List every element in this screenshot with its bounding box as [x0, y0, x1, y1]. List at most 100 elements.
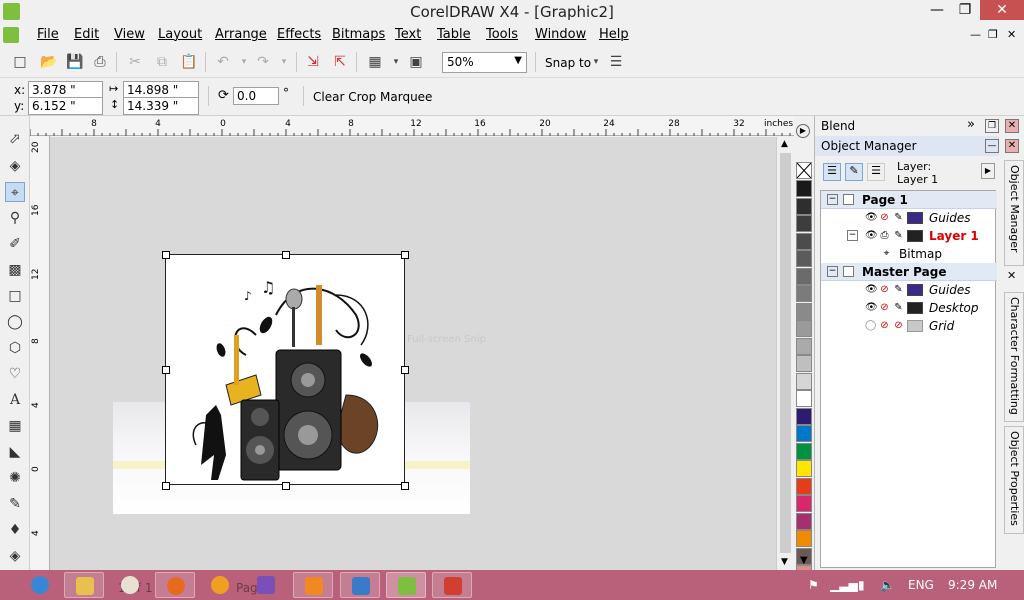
window-app-taskbar-button[interactable]: [340, 572, 380, 598]
menu-help[interactable]: Help: [599, 27, 629, 42]
color-swatch[interactable]: [796, 372, 812, 390]
scrollbar-thumb[interactable]: [780, 153, 791, 553]
maximize-button[interactable]: ❐: [950, 0, 980, 20]
tree-row-page1[interactable]: − Page 1: [821, 191, 997, 209]
om-close-icon[interactable]: ✕: [1005, 139, 1019, 153]
collapse-icon[interactable]: −: [847, 230, 858, 241]
vertical-ruler[interactable]: 20 16 12 8 4 0 4: [30, 136, 50, 570]
color-swatch[interactable]: [796, 442, 812, 460]
basic-shapes-tool-icon[interactable]: ♡: [5, 364, 25, 384]
eye-icon[interactable]: 👁: [865, 230, 878, 241]
interactive-blend-tool-icon[interactable]: ◣: [5, 442, 25, 462]
internet-explorer-taskbar-button[interactable]: [20, 572, 60, 598]
new-document-icon[interactable]: □: [12, 54, 28, 70]
layer-color-swatch[interactable]: [907, 320, 923, 332]
media-player-taskbar-button[interactable]: [293, 572, 333, 598]
tab-object-manager[interactable]: Object Manager: [1004, 160, 1024, 266]
flyout-menu-arrow-icon[interactable]: ▶: [981, 163, 995, 179]
undo-dropdown-icon[interactable]: ▾: [236, 54, 252, 70]
eye-icon[interactable]: 👁: [865, 284, 878, 295]
color-swatch[interactable]: [796, 495, 812, 512]
color-swatch[interactable]: [796, 337, 812, 355]
menu-file[interactable]: File: [37, 27, 59, 42]
tab-object-properties[interactable]: Object Properties: [1004, 426, 1024, 534]
color-swatch[interactable]: [796, 425, 812, 442]
color-swatch[interactable]: [796, 512, 812, 530]
color-swatch[interactable]: [796, 407, 812, 425]
undo-icon[interactable]: ↶: [215, 54, 231, 70]
scroll-up-icon[interactable]: ▲: [781, 139, 788, 149]
smart-fill-tool-icon[interactable]: ▩: [5, 260, 25, 280]
minimize-button[interactable]: —: [920, 0, 954, 20]
color-swatch[interactable]: [796, 232, 812, 250]
pick-tool-icon[interactable]: ⬀: [5, 129, 25, 149]
table-tool-icon[interactable]: ▦: [5, 416, 25, 436]
eye-icon[interactable]: 👁: [865, 212, 878, 223]
text-tool-icon[interactable]: A: [5, 390, 25, 410]
no-print-icon[interactable]: ⊘: [879, 284, 890, 295]
layer-color-swatch[interactable]: [907, 230, 923, 242]
battery-icon[interactable]: ▮: [858, 578, 865, 592]
fill-tool-icon[interactable]: ♦: [5, 520, 25, 540]
color-swatch[interactable]: [796, 180, 812, 197]
pencil-edit-icon[interactable]: ✎: [893, 284, 904, 295]
doc-restore-button[interactable]: ❐: [988, 28, 998, 41]
menu-effects[interactable]: Effects: [277, 27, 321, 42]
tree-row-desktop[interactable]: 👁 ⊘ ✎ Desktop: [821, 299, 997, 317]
pencil-edit-icon[interactable]: ✎: [893, 212, 904, 223]
launcher-dropdown-icon[interactable]: ▾: [388, 54, 404, 70]
menu-window[interactable]: Window: [535, 27, 586, 42]
menu-text[interactable]: Text: [395, 27, 421, 42]
firefox-taskbar-button[interactable]: [155, 572, 195, 598]
welcome-screen-icon[interactable]: ▣: [408, 54, 424, 70]
volume-icon[interactable]: 🔈: [880, 578, 895, 592]
export-icon[interactable]: ⇱: [332, 54, 348, 70]
taskbar-clock[interactable]: 9:29 AM: [948, 578, 997, 592]
color-swatch[interactable]: [796, 302, 812, 320]
snap-dropdown-icon[interactable]: ▾: [588, 54, 604, 70]
printer-icon[interactable]: ⎙: [879, 230, 890, 241]
menu-tools[interactable]: Tools: [486, 27, 518, 42]
tree-row-bitmap[interactable]: ⌖ Bitmap: [821, 245, 997, 263]
open-folder-icon[interactable]: 📂: [40, 54, 57, 70]
layer-manager-view-icon[interactable]: ☰: [867, 163, 885, 181]
clear-crop-marquee-button[interactable]: Clear Crop Marquee: [313, 90, 432, 104]
expand-arrows-icon[interactable]: »: [967, 117, 975, 132]
pencil-edit-icon[interactable]: ✎: [893, 230, 904, 241]
paste-icon[interactable]: 📋: [180, 54, 197, 70]
paint-taskbar-button[interactable]: [110, 572, 150, 598]
color-swatch[interactable]: [796, 477, 812, 495]
palette-scroll-down-icon[interactable]: ▼: [800, 555, 808, 566]
network-signal-icon[interactable]: ▁▃▅: [830, 578, 858, 592]
selection-handle-top-right[interactable]: [401, 251, 409, 259]
zoom-level-select[interactable]: 50% ▼: [442, 52, 527, 73]
menu-edit[interactable]: Edit: [74, 27, 99, 42]
drawing-canvas[interactable]: ♫ ♪ Full-screen Snip: [50, 137, 776, 570]
object-manager-header[interactable]: Object Manager: [815, 136, 999, 156]
menu-bitmaps[interactable]: Bitmaps: [332, 27, 385, 42]
docker-close-icon[interactable]: ✕: [1005, 119, 1019, 133]
selection-handle-top-left[interactable]: [162, 251, 170, 259]
menu-layout[interactable]: Layout: [158, 27, 202, 42]
no-color-swatch[interactable]: [796, 162, 812, 179]
eye-icon[interactable]: 👁: [865, 302, 878, 313]
action-center-icon[interactable]: ⚑: [808, 578, 819, 592]
options-icon[interactable]: ☰: [608, 54, 624, 70]
selection-handle-right[interactable]: [401, 366, 409, 374]
color-swatch[interactable]: [796, 530, 812, 547]
bitmap-image[interactable]: ♫ ♪: [162, 251, 409, 490]
snap-to-button[interactable]: Snap to: [545, 56, 591, 70]
layer-color-swatch[interactable]: [907, 284, 923, 296]
interactive-fill-tool-icon[interactable]: ◈: [5, 546, 25, 566]
eye-hidden-icon[interactable]: ◯: [865, 320, 876, 331]
show-object-properties-icon[interactable]: ☰: [823, 163, 841, 181]
height-field[interactable]: 14.339 ": [123, 97, 199, 115]
om-minimize-icon[interactable]: —: [985, 139, 999, 153]
selection-handle-bottom-left[interactable]: [162, 482, 170, 490]
selection-handle-left[interactable]: [162, 366, 170, 374]
eyedropper-tool-icon[interactable]: ✺: [5, 468, 25, 488]
tree-row-master-page[interactable]: − Master Page: [821, 263, 997, 281]
tree-row-guides[interactable]: 👁 ⊘ ✎ Guides: [821, 209, 997, 227]
color-swatch[interactable]: [796, 320, 812, 337]
ellipse-tool-icon[interactable]: ◯: [5, 312, 25, 332]
